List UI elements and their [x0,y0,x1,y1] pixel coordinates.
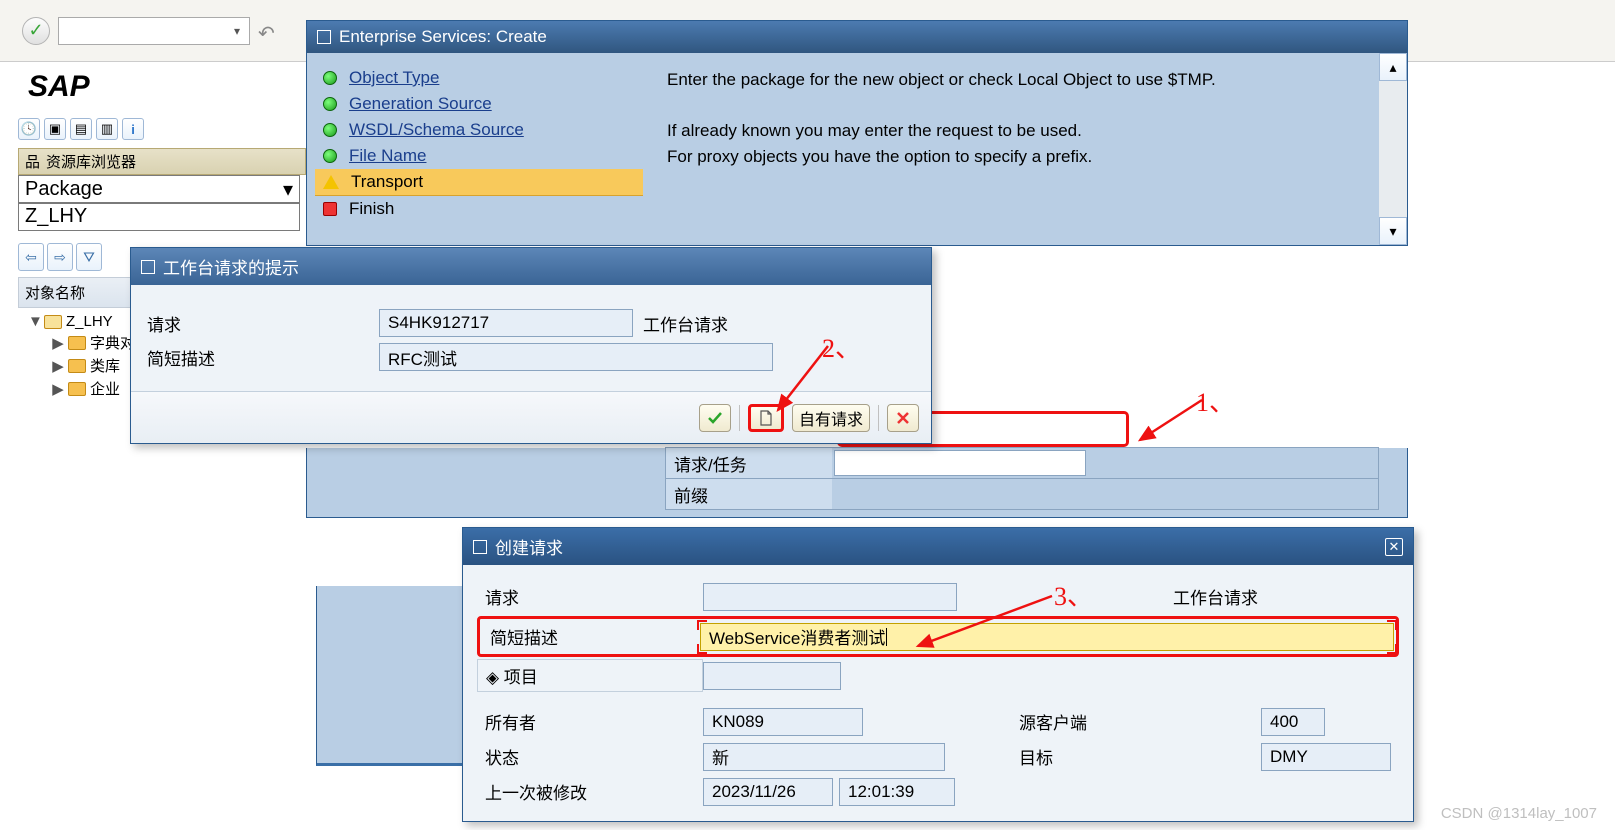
scroll-up-icon[interactable]: ▴ [1379,53,1407,81]
step-object-type[interactable]: Object Type [315,65,643,91]
ok-icon[interactable]: ✓ [22,17,50,45]
dropdown-icon[interactable]: ▾ [229,22,245,40]
label-request: 请求 [147,311,379,336]
label-request-task: 请求/任务 [666,448,832,478]
label-workbench-request: 工作台请求 [643,311,728,336]
project-icon: ◈ [486,668,504,687]
label-owner: 所有者 [477,706,703,737]
close-button[interactable]: ✕ [1385,538,1403,556]
command-field[interactable]: ▾ [58,17,250,45]
panel-title: 资源库浏览器 [46,151,136,172]
arrow-1-icon [1134,396,1204,446]
history-icon[interactable]: 🕓 [18,118,40,140]
cr-row-project: ◈ 项目 [477,659,1399,692]
input-request-task[interactable] [834,450,1086,476]
input-project[interactable] [703,662,841,690]
label-source-client: 源客户端 [1019,709,1159,734]
cr-row-status: 状态 新 目标 DMY [477,741,1399,772]
cr-row-desc: 简短描述 WebService消费者测试 [477,616,1399,657]
input-date[interactable]: 2023/11/26 [703,778,833,806]
label-status: 状态 [477,741,703,772]
own-requests-button[interactable]: 自有请求 [792,404,870,432]
create-button[interactable] [748,404,784,432]
info-line: Enter the package for the new object or … [667,67,1363,93]
label-desc: 简短描述 [147,345,379,370]
cr-dialog-title: 创建请求 ✕ [463,528,1413,565]
chevron-down-icon: ▾ [283,177,293,202]
wb-row-desc: 简短描述 RFC测试 [147,343,915,371]
wb-dialog-title: 工作台请求的提示 [131,248,931,285]
input-request[interactable] [703,583,957,611]
cr-row-lastmod: 上一次被修改 2023/11/26 12:01:39 [477,776,1399,807]
label-request: 请求 [477,581,703,612]
es-title-text: Enterprise Services: Create [339,27,547,47]
ok-button[interactable] [699,404,731,432]
step-generation-source[interactable]: Generation Source [315,91,643,117]
check-icon [706,409,724,427]
titlebar-icon [473,540,487,554]
tool-icon-1[interactable]: ▣ [44,118,66,140]
wizard-steps: Object Type Generation Source WSDL/Schem… [307,53,651,245]
titlebar-icon [317,30,331,44]
wb-title-text: 工作台请求的提示 [163,254,299,279]
wb-row-request: 请求 S4HK912717 工作台请求 [147,309,915,337]
workbench-request-dialog: 工作台请求的提示 请求 S4HK912717 工作台请求 简短描述 RFC测试 … [130,247,932,444]
label-last-modified: 上一次被修改 [477,776,703,807]
input-time[interactable]: 12:01:39 [839,778,955,806]
wizard-info: Enter the package for the new object or … [651,53,1379,245]
separator [878,405,879,431]
sap-logo: SAP [18,64,306,116]
input-status[interactable]: 新 [703,743,945,771]
undo-icon[interactable]: ↶ [258,21,278,41]
step-finish[interactable]: Finish [315,196,643,222]
nav-right-icon[interactable]: ⇨ [47,243,73,271]
label-desc: 简短描述 [482,621,700,652]
package-input[interactable]: Z_LHY [18,203,300,231]
nav-left-icon[interactable]: ⇦ [18,243,44,271]
enterprise-services-dialog: Enterprise Services: Create Object Type … [306,20,1408,246]
panel-header: 品 资源库浏览器 [18,148,306,175]
info-line: If already known you may enter the reque… [667,118,1363,144]
input-desc[interactable]: WebService消费者测试 [700,623,1394,651]
input-owner[interactable]: KN089 [703,708,863,736]
create-request-dialog: 创建请求 ✕ 请求 工作台请求 简短描述 WebService消费者测试 ◈ 项… [462,527,1414,822]
cr-title-text: 创建请求 [495,534,563,559]
input-source-client[interactable]: 400 [1261,708,1325,736]
annotation-1: 1、 [1196,382,1235,419]
input-target[interactable]: DMY [1261,743,1391,771]
package-combo[interactable]: Package ▾ [18,175,300,203]
separator [739,405,740,431]
watermark: CSDN @1314lay_1007 [1441,805,1597,822]
wb-buttonbar: 自有请求 [131,391,931,443]
step-file-name[interactable]: File Name [315,143,643,169]
close-icon [895,410,911,426]
label-project: ◈ 项目 [477,659,703,692]
es-dialog-title: Enterprise Services: Create [307,21,1407,53]
es-lower-panel: 请求/任务 前缀 [306,448,1408,518]
step-wsdl-source[interactable]: WSDL/Schema Source [315,117,643,143]
step-transport[interactable]: Transport [315,169,643,196]
scroll-down-icon[interactable]: ▾ [1379,217,1407,245]
hierarchy-icon: 品 [25,151,40,172]
icon-toolbar: 🕓 ▣ ▤ ▥ i [18,116,306,148]
cr-row-request: 请求 工作台请求 [477,581,1399,612]
package-combo-value: Package [25,178,103,201]
field-prefix: 前缀 [665,478,1379,510]
tool-icon-2[interactable]: ▤ [70,118,92,140]
cancel-button[interactable] [887,404,919,432]
document-icon [758,409,774,427]
cr-row-owner: 所有者 KN089 源客户端 400 [477,706,1399,737]
scrollbar[interactable]: ▴ ▾ [1379,53,1407,245]
field-request-task: 请求/任务 [665,447,1379,479]
nav-menu-icon[interactable]: ⛛ [76,243,102,271]
titlebar-icon [141,260,155,274]
input-request[interactable]: S4HK912717 [379,309,633,337]
info-icon[interactable]: i [122,118,144,140]
tool-icon-3[interactable]: ▥ [96,118,118,140]
label-workbench-request: 工作台请求 [1173,584,1313,609]
info-line: For proxy objects you have the option to… [667,144,1363,170]
label-prefix: 前缀 [666,479,832,509]
input-desc[interactable]: RFC测试 [379,343,773,371]
label-target: 目标 [1019,744,1159,769]
